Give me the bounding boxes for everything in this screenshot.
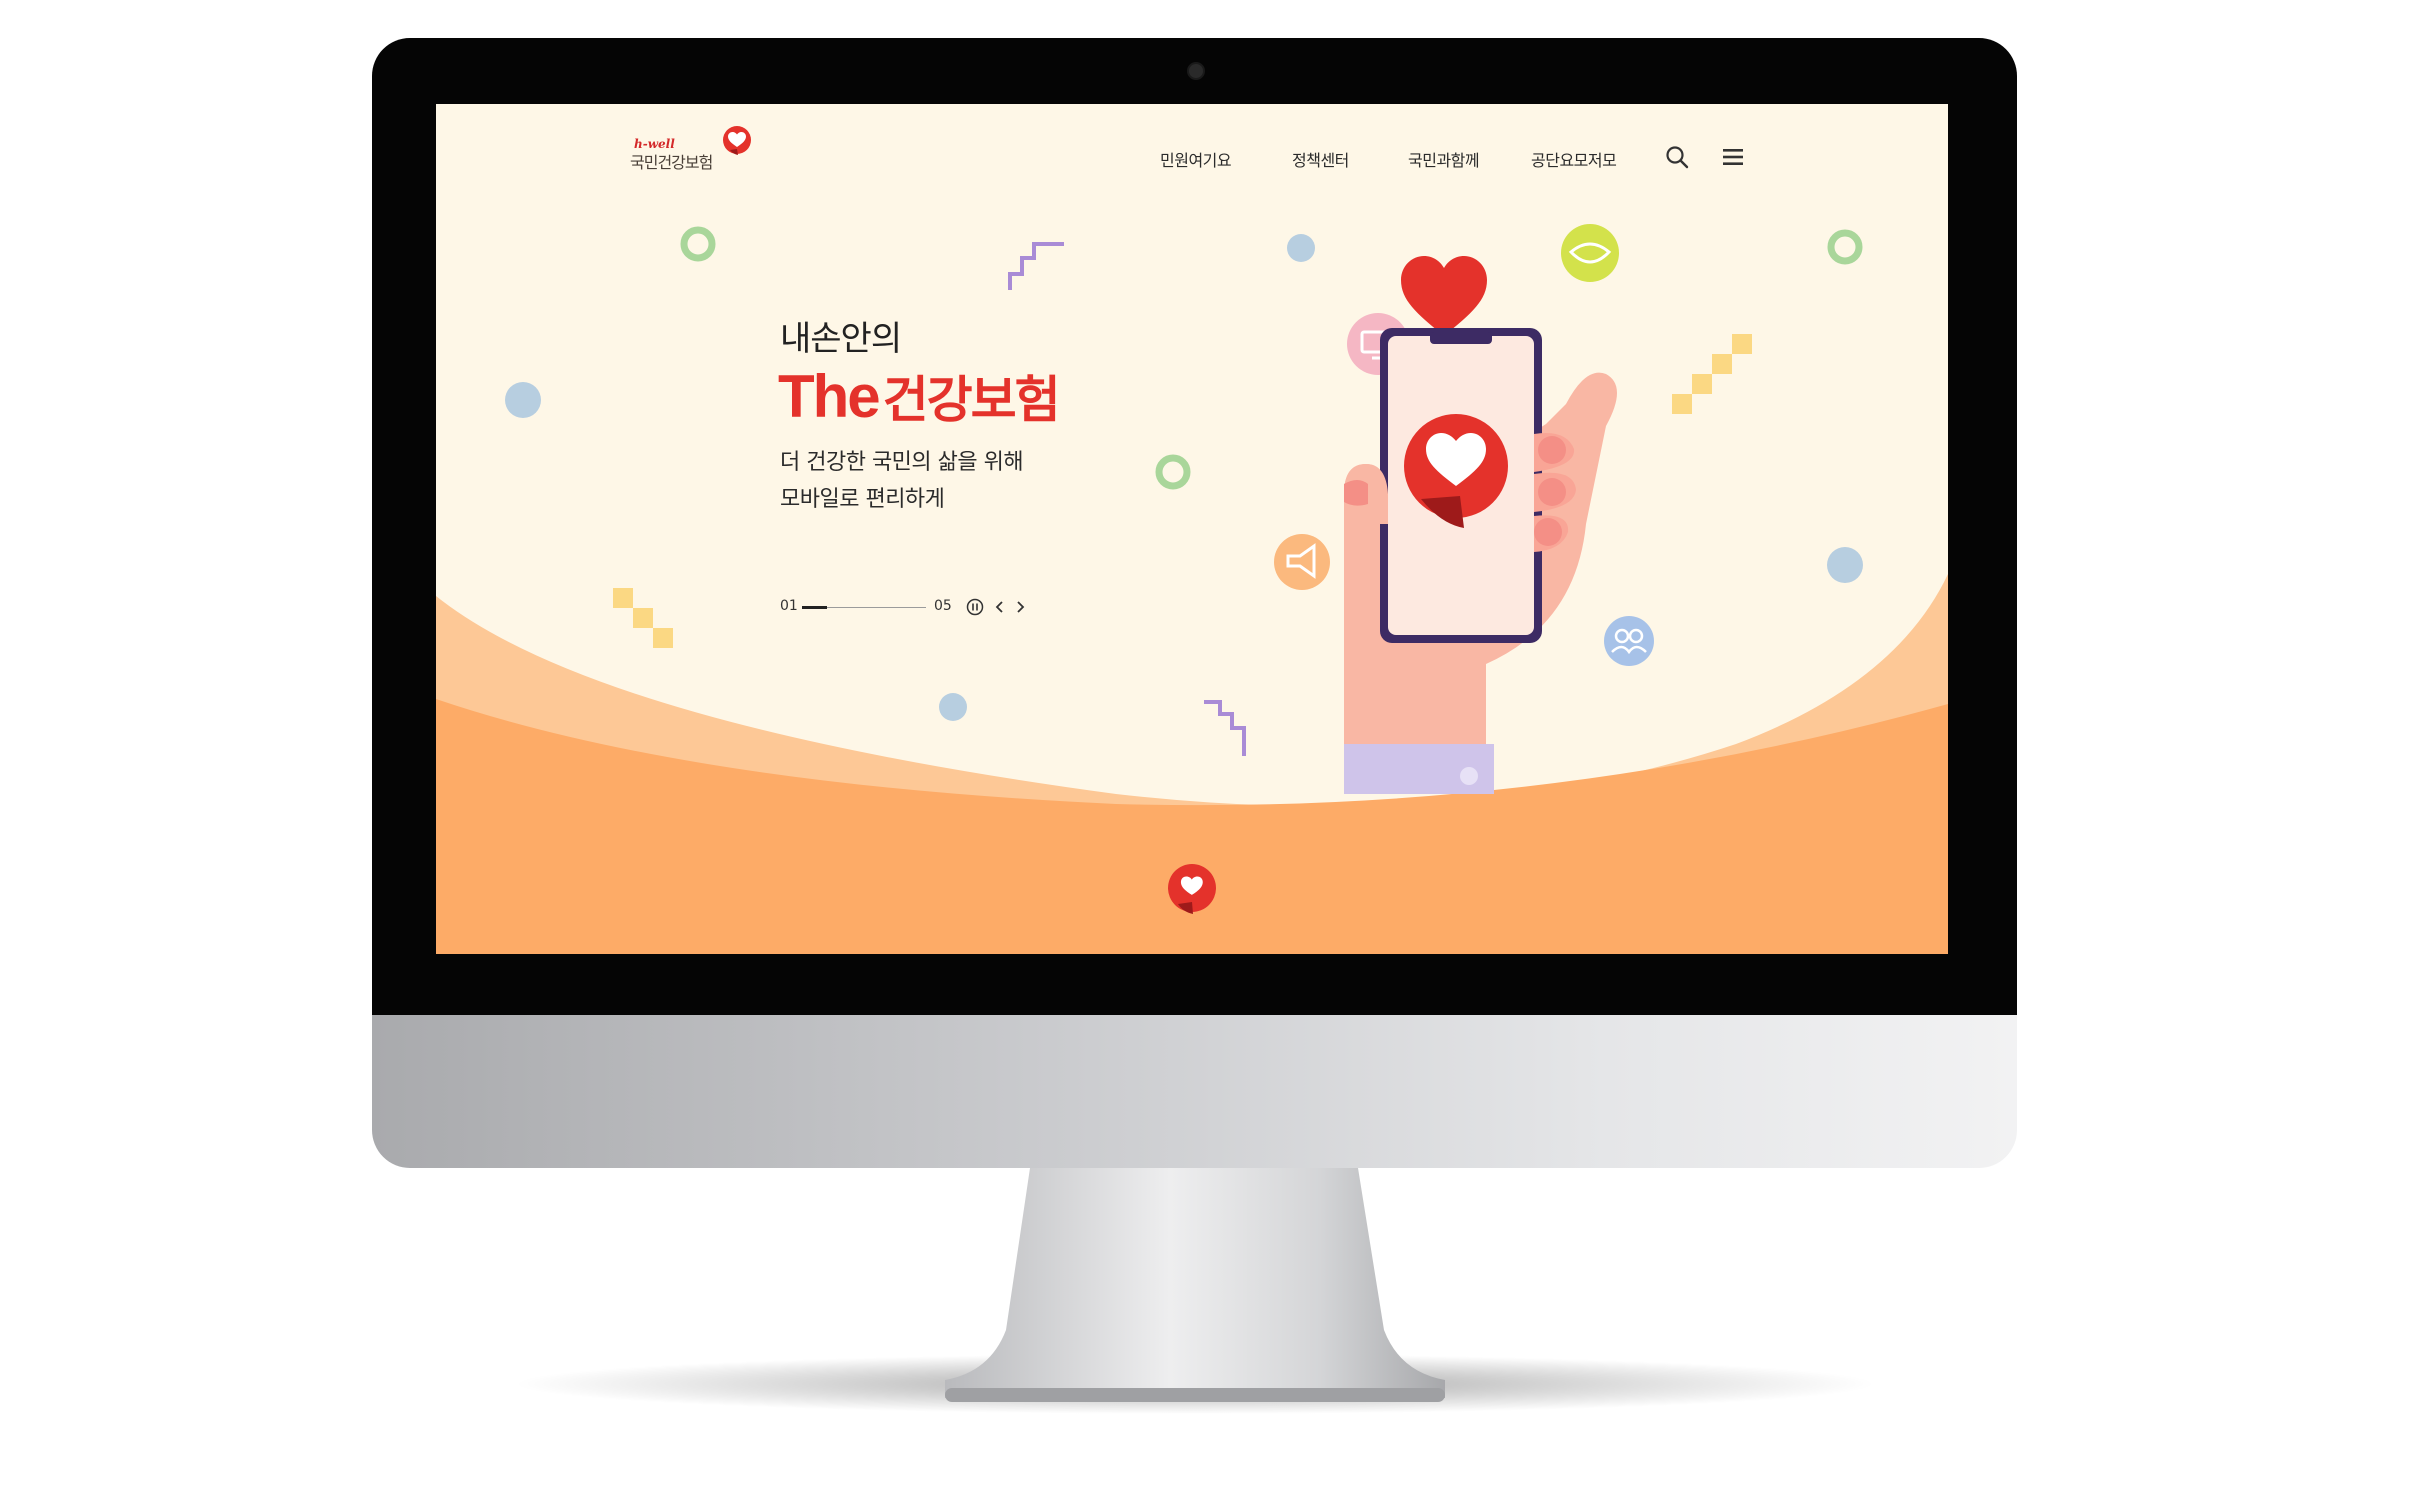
people-icon: [1604, 616, 1654, 666]
nav-item-policy-center[interactable]: 정책센터: [1292, 147, 1349, 171]
hero-illustration: [436, 224, 1948, 954]
hero-title-en: The: [778, 363, 881, 430]
heart-icon: [1401, 256, 1487, 336]
stand-base: [945, 1388, 1445, 1402]
hero-description-line2: 모바일로 편리하게: [780, 487, 945, 512]
hero-subtitle: 내손안의: [780, 319, 902, 359]
stand-neck: [945, 1168, 1445, 1398]
hero-title-ko: 건강보험: [882, 371, 1061, 429]
zigzag-decoration: [1008, 242, 1064, 290]
stand-shadow: [515, 1354, 1875, 1414]
green-ring-decoration: [1155, 454, 1191, 490]
mask-icon: [1561, 224, 1619, 282]
blue-dot-decoration: [939, 693, 967, 721]
logo-name[interactable]: 국민건강보험: [630, 149, 713, 173]
slide-total-number: 05: [934, 598, 952, 614]
hero-title: The건강보험: [778, 360, 1061, 432]
slide-current-number: 01: [780, 598, 798, 614]
yellow-pixel-decoration: [1732, 334, 1752, 354]
logo-heart-icon[interactable]: [720, 124, 754, 158]
blue-dot-decoration: [1827, 547, 1863, 583]
monitor-chin: [372, 1015, 2017, 1168]
blue-dot-decoration: [505, 382, 541, 418]
hamburger-menu-icon[interactable]: [1721, 146, 1745, 168]
nav-item-corporation-news[interactable]: 공단요모저모: [1531, 147, 1617, 171]
pause-icon[interactable]: [966, 598, 984, 616]
hero-description-line1: 더 건강한 국민의 삶을 위해: [780, 450, 1024, 475]
chevron-left-icon[interactable]: [992, 596, 1008, 618]
chevron-right-icon[interactable]: [1012, 596, 1028, 618]
zigzag-decoration: [1204, 700, 1246, 756]
green-ring-decoration: [1827, 229, 1863, 265]
megaphone-icon: [1274, 534, 1330, 590]
hand-holding-phone: [1344, 328, 1617, 794]
nav-item-with-citizens[interactable]: 국민과함께: [1408, 147, 1480, 171]
bottom-logo-heart-icon[interactable]: [1164, 862, 1220, 918]
blue-dot-decoration: [1287, 234, 1315, 262]
slide-progress-fill: [802, 606, 827, 609]
search-icon[interactable]: [1664, 144, 1690, 170]
webcam: [1187, 62, 1205, 80]
website-screen: h-well 국민건강보험 민원여기요 정책센터 국민과함께 공단요모저모 내손…: [436, 104, 1948, 954]
nav-item-civil-service[interactable]: 민원여기요: [1160, 147, 1232, 171]
green-ring-decoration: [680, 226, 716, 262]
